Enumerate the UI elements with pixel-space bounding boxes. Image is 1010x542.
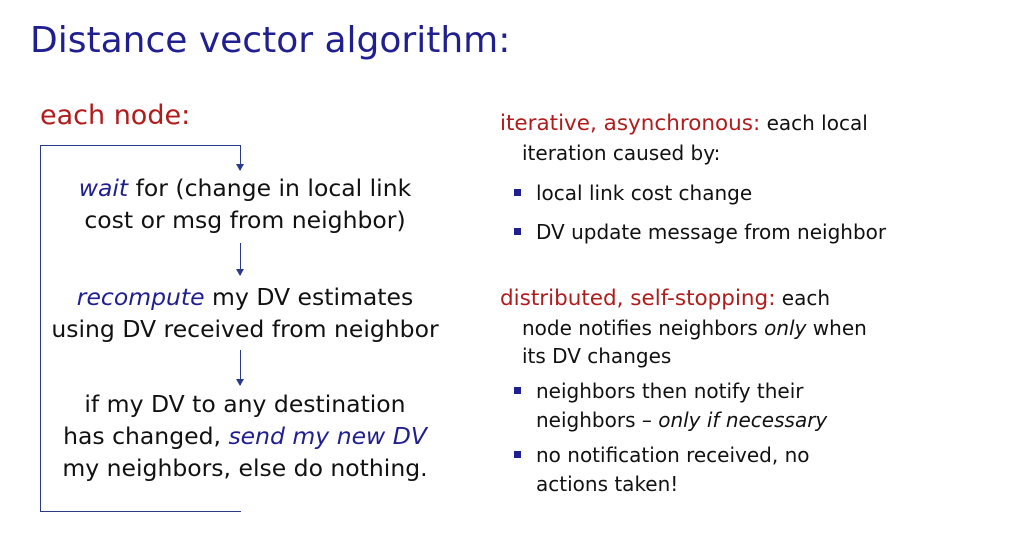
send-pre: has changed, <box>63 422 229 450</box>
step-send-line3: my neighbors, else do nothing. <box>62 454 428 482</box>
list-item: DV update message from neighbor <box>514 218 886 247</box>
step-wait-line2: cost or msg from neighbor) <box>84 206 406 234</box>
distributed-heading: distributed, self-stopping: each <box>500 283 830 314</box>
send-emphasis: send my new DV <box>228 422 427 450</box>
step-send-line2: has changed, send my new DV <box>40 420 450 452</box>
step-send: if my DV to any destination has changed,… <box>40 388 450 484</box>
bullet-square-icon <box>514 387 521 394</box>
distributed-line2-pre: node notifies neighbors <box>522 316 765 340</box>
list-item: neighbors then notify their neighbors – o… <box>514 377 827 435</box>
wait-emphasis: wait <box>78 174 129 202</box>
list-item: no notification received, no actions take… <box>514 441 827 499</box>
bullet-text: DV update message from neighbor <box>536 220 887 244</box>
step-send-line1: if my DV to any destination <box>84 390 406 418</box>
bullet-square-icon <box>514 451 521 458</box>
slide-title: Distance vector algorithm: <box>30 20 511 61</box>
wait-text: for (change in local link <box>128 174 412 202</box>
bullet-text: local link cost change <box>536 181 753 205</box>
distributed-line3: its DV changes <box>522 344 672 368</box>
arrow-down-icon <box>236 243 244 276</box>
distributed-bullets: neighbors then notify their neighbors – o… <box>514 377 827 499</box>
iterative-heading: iterative, asynchronous: each local <box>500 108 868 139</box>
each-node-heading: each node: <box>40 100 191 131</box>
distributed-line2-post: when <box>806 316 867 340</box>
bullet-square-icon <box>514 189 521 196</box>
step-recompute: recompute my DV estimates using DV recei… <box>40 281 450 345</box>
arrow-down-icon <box>236 145 244 171</box>
iterative-label: iterative, asynchronous: <box>500 111 761 136</box>
bullet-square-icon <box>514 228 521 235</box>
list-item: local link cost change <box>514 179 886 208</box>
distributed-label: distributed, self-stopping: <box>500 286 776 311</box>
bullet-text: no notification received, no <box>536 443 810 467</box>
step-wait: wait for (change in local link cost or m… <box>40 172 450 236</box>
only-emphasis: only <box>764 316 807 340</box>
distributed-rest: each <box>775 286 831 310</box>
step-wait-line1: wait for (change in local link <box>40 172 450 204</box>
distributed-line2: node notifies neighbors only when <box>522 314 867 343</box>
arrow-down-icon <box>236 350 244 386</box>
iterative-bullets: local link cost change DV update message… <box>514 179 886 247</box>
iterative-line2: iteration caused by: <box>522 141 721 165</box>
recompute-emphasis: recompute <box>76 283 205 311</box>
iterative-rest: each local <box>760 111 868 135</box>
step-recompute-line1: recompute my DV estimates <box>40 281 450 313</box>
only-if-necessary-emphasis: only if necessary <box>658 408 828 432</box>
bullet-text: actions taken! <box>536 472 679 496</box>
recompute-text: my DV estimates <box>204 283 414 311</box>
bullet-text: neighbors – <box>536 408 659 432</box>
step-recompute-line2: using DV received from neighbor <box>51 315 439 343</box>
bullet-text: neighbors then notify their <box>536 379 804 403</box>
